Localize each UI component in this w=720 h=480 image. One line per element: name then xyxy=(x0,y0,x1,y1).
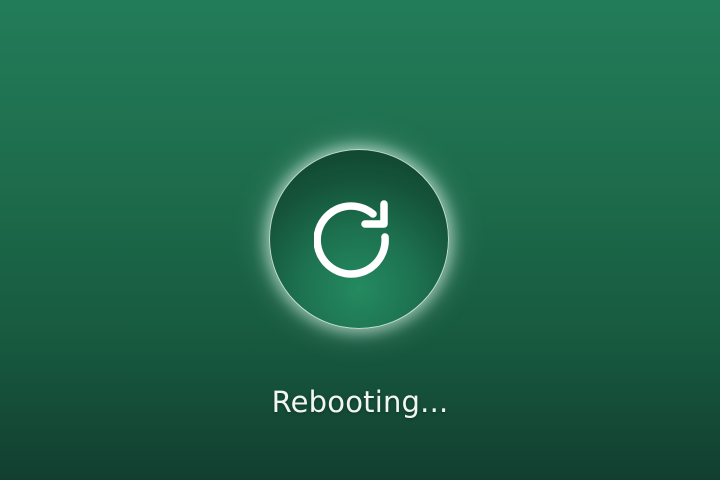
refresh-icon xyxy=(314,200,389,278)
reboot-screen: Rebooting... xyxy=(0,0,720,480)
reboot-badge xyxy=(269,149,449,329)
status-text: Rebooting... xyxy=(271,385,449,419)
